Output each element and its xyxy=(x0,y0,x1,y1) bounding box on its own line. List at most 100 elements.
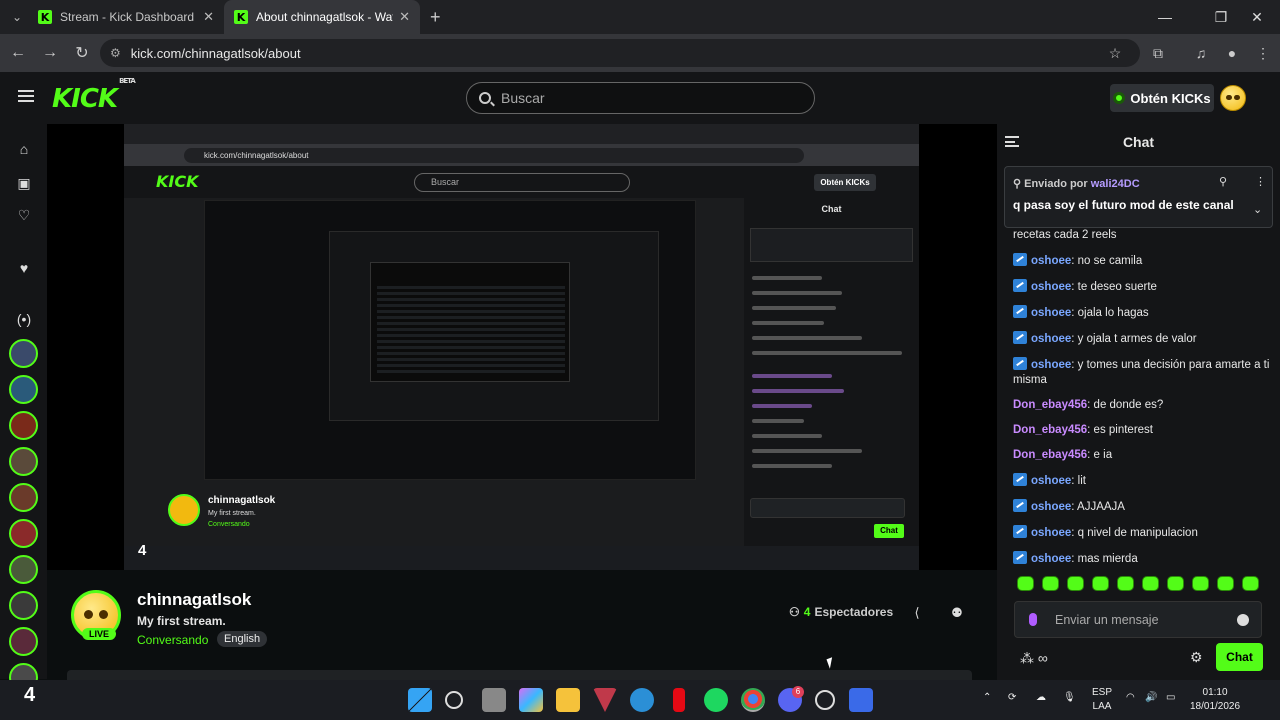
pinned-sender: ⚲ Enviado por wali24DC xyxy=(1013,177,1140,190)
expand-pinned-icon[interactable]: ⌄ xyxy=(1253,203,1262,216)
channel-avatar[interactable] xyxy=(9,411,38,440)
mic-icon[interactable] xyxy=(1029,613,1037,626)
system-clock[interactable]: 01:10 18/01/2026 xyxy=(1190,686,1240,714)
file-explorer-icon[interactable] xyxy=(556,688,580,712)
bookmark-star-icon[interactable]: ☆ xyxy=(1104,42,1126,64)
send-chat-button[interactable]: Chat xyxy=(1216,643,1263,671)
keyboard-layout[interactable]: ESP LAA xyxy=(1092,686,1112,714)
media-control-icon[interactable]: ♫ xyxy=(1190,42,1212,64)
stream-content-nested-view xyxy=(204,200,696,480)
emoji-picker-icon[interactable] xyxy=(1237,614,1249,626)
chat-username[interactable]: Don_ebay456 xyxy=(1013,399,1087,411)
emote[interactable] xyxy=(1017,576,1034,591)
chrome-icon[interactable] xyxy=(741,688,765,712)
chat-username[interactable]: oshoee xyxy=(1031,359,1071,371)
chat-username[interactable]: oshoee xyxy=(1031,501,1071,513)
tray-app-icon[interactable]: ⟳ xyxy=(1008,692,1016,703)
browse-icon[interactable]: ▣ xyxy=(14,173,34,193)
channel-avatar[interactable] xyxy=(9,375,38,404)
channel-avatar[interactable] xyxy=(9,555,38,584)
get-kicks-button[interactable]: Obtén KICKs xyxy=(1110,84,1214,112)
new-tab-icon[interactable]: + xyxy=(430,7,441,28)
channel-avatar[interactable] xyxy=(9,483,38,512)
channel-avatar[interactable] xyxy=(9,447,38,476)
obs-icon[interactable] xyxy=(815,690,835,710)
chat-username[interactable]: oshoee xyxy=(1031,333,1071,345)
following-icon[interactable]: ♡ xyxy=(14,205,34,225)
wifi-icon[interactable]: ◠ xyxy=(1126,692,1135,703)
emote[interactable] xyxy=(1242,576,1259,591)
chat-settings-icon[interactable]: ⚙ xyxy=(1190,649,1203,666)
channel-avatar[interactable] xyxy=(9,591,38,620)
show-hidden-icons[interactable]: ⌃ xyxy=(983,692,991,703)
video-stream[interactable]: kick.com/chinnagatlsok/about KICK Buscar… xyxy=(124,124,919,570)
chat-username[interactable]: Don_ebay456 xyxy=(1013,449,1087,461)
share-icon[interactable]: ⟨ xyxy=(907,603,927,623)
chat-input[interactable]: Enviar un mensaje xyxy=(1014,601,1262,638)
language-tag[interactable]: English xyxy=(217,631,268,647)
task-view-icon[interactable] xyxy=(482,688,506,712)
emote[interactable] xyxy=(1117,576,1134,591)
kick-logo[interactable]: KICKBETA xyxy=(52,77,136,114)
unpin-icon[interactable]: ⚲ xyxy=(1219,175,1227,188)
stream-category[interactable]: Conversando xyxy=(137,633,208,647)
reload-icon[interactable]: ↻ xyxy=(66,43,98,63)
home-icon[interactable]: ⌂ xyxy=(14,139,34,159)
menu-icon[interactable] xyxy=(18,90,34,102)
app-icon[interactable] xyxy=(593,688,617,712)
tab-kick-dashboard[interactable]: K Stream - Kick Dashboard ✕ xyxy=(28,0,224,34)
channel-avatar[interactable] xyxy=(9,339,38,368)
chat-username[interactable]: oshoee xyxy=(1031,281,1071,293)
chat-username[interactable]: oshoee xyxy=(1031,527,1071,539)
discord-notification-badge: 6 xyxy=(792,686,804,698)
channel-name[interactable]: chinnagatlsok xyxy=(137,590,251,610)
cloud-icon[interactable]: ☁ xyxy=(1036,692,1046,703)
emote[interactable] xyxy=(1142,576,1159,591)
browser-menu-icon[interactable]: ⋮ xyxy=(1252,42,1274,64)
kicks-points-icon[interactable]: ⁂ ∞ xyxy=(1020,650,1048,667)
copilot-icon[interactable] xyxy=(519,688,543,712)
netflix-icon[interactable] xyxy=(673,688,685,712)
emote[interactable] xyxy=(1192,576,1209,591)
pinned-user[interactable]: wali24DC xyxy=(1091,178,1140,190)
pinned-message[interactable]: ⚲ Enviado por wali24DC q pasa soy el fut… xyxy=(1004,166,1273,228)
search-input[interactable]: Buscar xyxy=(466,82,815,114)
emote[interactable] xyxy=(1092,576,1109,591)
chat-username[interactable]: oshoee xyxy=(1031,553,1071,565)
spotify-icon[interactable] xyxy=(704,688,728,712)
emote[interactable] xyxy=(1067,576,1084,591)
edge-icon[interactable] xyxy=(630,688,654,712)
back-icon[interactable]: ← xyxy=(2,44,34,62)
chat-text: q nivel de manipulacion xyxy=(1077,527,1198,539)
moderator-badge-icon xyxy=(1013,551,1027,564)
close-tab-icon[interactable]: ✕ xyxy=(203,9,214,25)
url-field[interactable]: ⚙ kick.com/chinnagatlsok/about xyxy=(100,39,1140,67)
channel-avatar[interactable] xyxy=(9,519,38,548)
window-close-icon[interactable]: ✕ xyxy=(1234,0,1280,34)
extensions-icon[interactable]: ⧉ xyxy=(1147,42,1169,64)
chat-username[interactable]: oshoee xyxy=(1031,307,1071,319)
chat-username[interactable]: Don_ebay456 xyxy=(1013,424,1087,436)
taskbar-search-icon[interactable] xyxy=(445,691,463,709)
channel-avatar[interactable] xyxy=(9,627,38,656)
app-icon-blue[interactable] xyxy=(849,688,873,712)
emote[interactable] xyxy=(1167,576,1184,591)
microphone-icon[interactable]: 🎙 xyxy=(1063,692,1076,703)
chat-username[interactable]: oshoee xyxy=(1031,475,1071,487)
emote[interactable] xyxy=(1217,576,1234,591)
tab-about-channel[interactable]: K About chinnagatlsok - Watch Li ✕ xyxy=(224,0,420,34)
profile-icon[interactable]: ● xyxy=(1221,42,1243,64)
emote[interactable] xyxy=(1042,576,1059,591)
chat-username[interactable]: oshoee xyxy=(1031,255,1071,267)
start-icon[interactable] xyxy=(408,688,432,712)
user-avatar[interactable] xyxy=(1220,85,1246,111)
volume-icon[interactable]: 🔊 xyxy=(1145,692,1157,703)
forward-icon[interactable]: → xyxy=(34,44,66,62)
minimize-icon[interactable]: — xyxy=(1142,0,1188,34)
follow-user-icon[interactable]: ⚉ xyxy=(947,603,967,623)
pinned-menu-icon[interactable]: ⋮ xyxy=(1255,175,1266,188)
close-tab-icon[interactable]: ✕ xyxy=(399,9,410,25)
battery-icon[interactable]: ▭ xyxy=(1166,692,1175,703)
tab-search-dropdown[interactable]: ⌄ xyxy=(6,6,28,28)
site-info-icon[interactable]: ⚙ xyxy=(110,46,121,60)
